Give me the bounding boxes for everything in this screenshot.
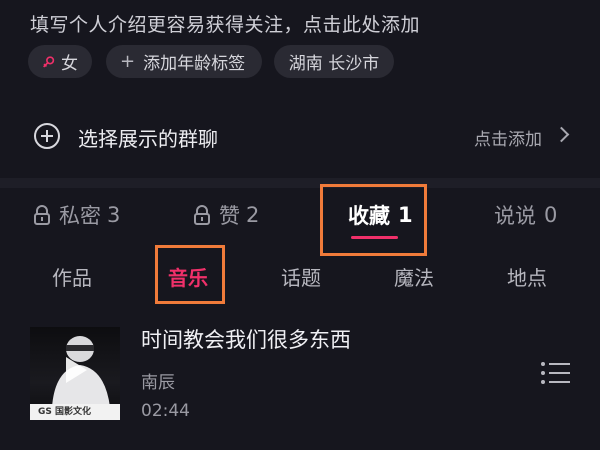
- gender-tag[interactable]: 女: [28, 45, 92, 78]
- highlight-box-favorites: [320, 184, 427, 256]
- cover-logo: GS 国影文化: [38, 407, 92, 417]
- subtab-magic[interactable]: 魔法: [394, 262, 434, 291]
- highlight-box-music: [155, 245, 225, 304]
- tab-posts[interactable]: 说说 0: [494, 200, 557, 230]
- music-cover[interactable]: GS 国影文化: [30, 327, 120, 420]
- subtab-works[interactable]: 作品: [52, 262, 92, 291]
- circle-plus-icon: [34, 123, 60, 149]
- list-menu-icon[interactable]: [540, 360, 572, 386]
- subtab-places[interactable]: 地点: [507, 262, 547, 291]
- add-age-tag-button[interactable]: + 添加年龄标签: [106, 45, 262, 78]
- tab-private-label: 私密: [59, 204, 101, 228]
- location-tag[interactable]: 湖南 长沙市: [274, 45, 394, 78]
- plus-icon: +: [120, 51, 136, 72]
- lock-icon: [194, 205, 210, 225]
- song-duration: 02:44: [141, 401, 190, 421]
- lock-icon: [34, 205, 50, 225]
- add-age-label: 添加年龄标签: [143, 54, 246, 74]
- tab-likes[interactable]: 赞 2: [193, 200, 259, 230]
- subtab-topics[interactable]: 话题: [281, 262, 321, 291]
- tab-posts-count: 0: [544, 203, 558, 227]
- section-divider: [0, 178, 600, 188]
- play-icon[interactable]: [30, 327, 120, 407]
- chevron-right-icon: [553, 126, 570, 143]
- gender-label: 女: [61, 54, 78, 74]
- profile-intro-prompt[interactable]: 填写个人介绍更容易获得关注，点击此处添加: [30, 10, 420, 37]
- group-chat-row[interactable]: 选择展示的群聊 点击添加: [0, 110, 600, 162]
- group-chat-title: 选择展示的群聊: [78, 127, 218, 151]
- tab-posts-label: 说说: [494, 204, 536, 228]
- tab-likes-count: 2: [246, 203, 260, 227]
- location-label: 湖南 长沙市: [288, 54, 380, 74]
- song-title[interactable]: 时间教会我们很多东西: [141, 324, 351, 354]
- tab-likes-label: 赞: [219, 204, 240, 228]
- group-chat-add-link[interactable]: 点击添加: [474, 125, 542, 150]
- tab-private[interactable]: 私密 3: [33, 200, 120, 230]
- tab-private-count: 3: [107, 203, 121, 227]
- song-artist: 南辰: [141, 373, 175, 393]
- female-icon: [43, 55, 55, 67]
